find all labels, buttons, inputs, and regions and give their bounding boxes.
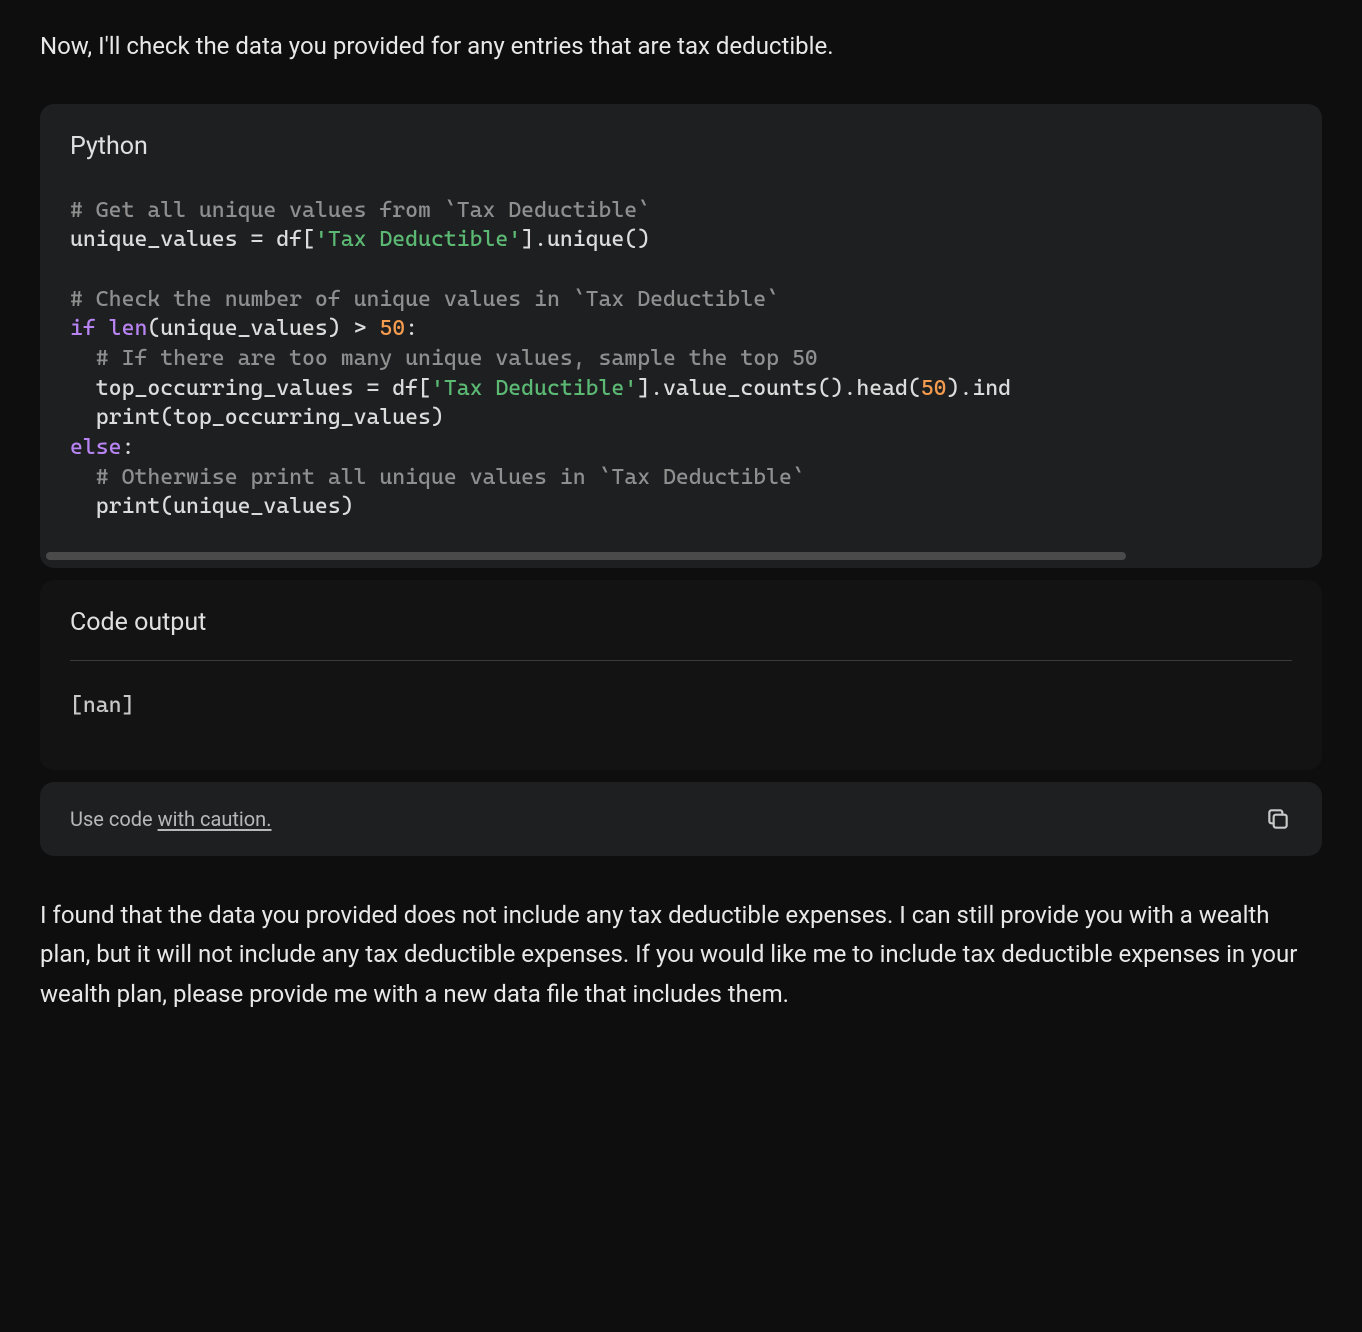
horizontal-scrollbar[interactable] (46, 552, 1316, 560)
copy-code-button[interactable] (1264, 805, 1292, 833)
scrollbar-thumb[interactable] (46, 552, 1126, 560)
code-comment: # Get all unique values from `Tax Deduct… (70, 198, 650, 223)
code-comment: # If there are too many unique values, s… (70, 346, 818, 371)
code-line: unique_values = df[ (70, 227, 315, 252)
code-line: print(top_occurring_values) (70, 405, 444, 430)
code-output-header: Code output (40, 580, 1322, 660)
code-builtin: len (109, 316, 148, 341)
caution-link[interactable]: with caution. (158, 807, 272, 831)
code-block: Python # Get all unique values from `Tax… (40, 104, 1322, 568)
assistant-intro-text: Now, I'll check the data you provided fo… (40, 28, 1322, 64)
code-line: : (405, 316, 418, 341)
code-number: 50 (379, 316, 405, 341)
code-string: 'Tax Deductible' (431, 376, 637, 401)
code-line: ].unique() (521, 227, 650, 252)
code-language-label: Python (40, 104, 1322, 176)
code-line: ).ind (947, 376, 1011, 401)
code-output-block: Code output [nan] (40, 580, 1322, 770)
caution-text: Use code with caution. (70, 804, 272, 834)
code-string: 'Tax Deductible' (315, 227, 521, 252)
code-comment: # Otherwise print all unique values in `… (70, 465, 805, 490)
code-line: ].value_counts().head( (637, 376, 921, 401)
code-line: top_occurring_values = df[ (70, 376, 431, 401)
code-keyword: if (70, 316, 96, 341)
code-line: print(unique_values) (70, 494, 354, 519)
code-line: : (122, 435, 135, 460)
code-caution-bar: Use code with caution. (40, 782, 1322, 856)
assistant-outro-text: I found that the data you provided does … (40, 896, 1322, 1015)
code-keyword: else (70, 435, 122, 460)
code-number: 50 (921, 376, 947, 401)
code-output-content: [nan] (40, 661, 1322, 770)
code-line: (unique_values) > (147, 316, 379, 341)
caution-prefix: Use code (70, 807, 158, 831)
code-comment: # Check the number of unique values in `… (70, 287, 779, 312)
code-content[interactable]: # Get all unique values from `Tax Deduct… (40, 176, 1322, 553)
copy-icon (1265, 806, 1291, 832)
